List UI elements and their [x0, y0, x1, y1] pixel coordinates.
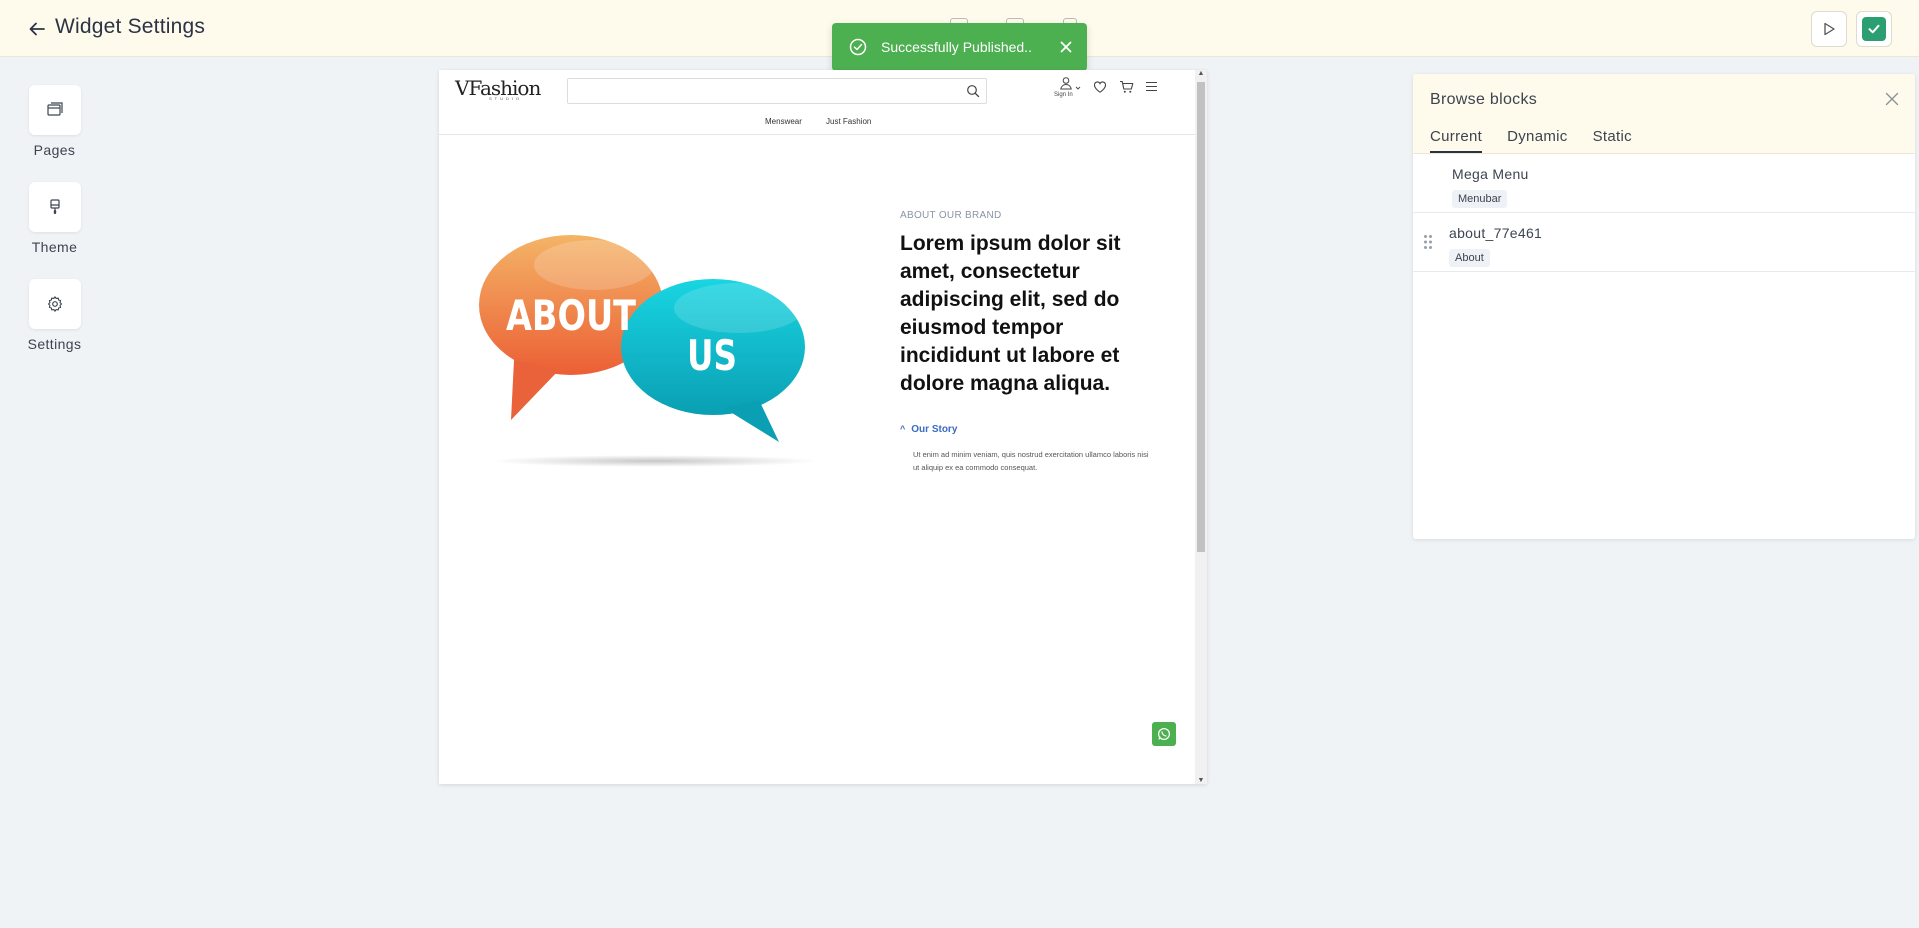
sidebar-item-label: Pages: [33, 142, 76, 158]
tab-dynamic[interactable]: Dynamic: [1507, 128, 1567, 153]
about-us-image: ABOUT US: [479, 235, 805, 442]
check-circle-icon: [849, 38, 867, 56]
preview-frame[interactable]: VFashion STUDIO Sign In Menswear Just Fa…: [439, 70, 1207, 784]
site-menu-item[interactable]: Just Fashion: [826, 117, 871, 126]
our-story-label: Our Story: [911, 424, 958, 435]
panel-header: Browse blocks Current Dynamic Static: [1413, 74, 1915, 154]
preview-scrollbar[interactable]: ▲ ▼: [1195, 70, 1207, 784]
toast-message: Successfully Published..: [881, 39, 1032, 55]
our-story-toggle[interactable]: ^ Our Story: [900, 424, 957, 435]
gear-icon: [47, 296, 62, 312]
sidebar-item-settings[interactable]: Settings: [22, 279, 87, 352]
us-word: US: [687, 331, 737, 380]
site-search-input[interactable]: [567, 78, 987, 104]
close-icon: [1060, 41, 1072, 53]
sidebar-item-theme-box: [28, 182, 81, 232]
block-tag: About: [1449, 249, 1490, 267]
chevron-down-icon[interactable]: [1075, 85, 1081, 91]
block-item-mega-menu[interactable]: Mega Menu Menubar: [1413, 154, 1915, 213]
heart-icon[interactable]: [1093, 80, 1107, 94]
sidebar-item-pages[interactable]: Pages: [22, 85, 87, 158]
site-header: VFashion STUDIO Sign In Menswear Just Fa…: [439, 70, 1195, 135]
check-icon: [1868, 24, 1880, 34]
site-menu-item[interactable]: Menswear: [765, 117, 802, 126]
success-toast: Successfully Published..: [832, 23, 1087, 71]
block-tag: Menubar: [1452, 190, 1508, 208]
sidebar-item-label: Theme: [31, 239, 78, 255]
panel-close-button[interactable]: [1883, 90, 1901, 108]
our-story-text: Ut enim ad minim veniam, quis nostrud ex…: [913, 450, 1149, 472]
toast-close-button[interactable]: [1057, 38, 1075, 56]
scrollbar-thumb[interactable]: [1197, 82, 1205, 552]
about-eyebrow: ABOUT OUR BRAND: [900, 210, 1002, 221]
back-button[interactable]: [24, 16, 50, 42]
about-word: ABOUT: [506, 291, 636, 340]
tab-static[interactable]: Static: [1593, 128, 1632, 153]
panel-title: Browse blocks: [1430, 91, 1538, 108]
close-icon: [1885, 92, 1899, 106]
whatsapp-button[interactable]: [1152, 722, 1176, 746]
image-shadow: [489, 455, 819, 467]
search-icon[interactable]: [966, 84, 980, 98]
sign-in-label[interactable]: Sign In: [1054, 92, 1073, 98]
play-icon: [1824, 22, 1835, 36]
sidebar-item-theme[interactable]: Theme: [22, 182, 87, 255]
arrow-left-icon: [29, 22, 45, 36]
block-name: Mega Menu: [1452, 166, 1529, 182]
about-heading: Lorem ipsum dolor sit amet, consectetur …: [900, 232, 1121, 395]
sidebar-item-settings-box: [28, 279, 81, 329]
whatsapp-icon: [1157, 727, 1171, 741]
scroll-down-arrow[interactable]: ▼: [1197, 777, 1205, 784]
sidebar-item-label: Settings: [27, 336, 82, 352]
block-name: about_77e461: [1449, 225, 1543, 241]
tab-current[interactable]: Current: [1430, 128, 1483, 153]
drag-handle-icon[interactable]: [1423, 234, 1433, 250]
scroll-up-arrow[interactable]: ▲: [1197, 70, 1205, 77]
panel-tabs: Current Dynamic Static: [1430, 128, 1657, 153]
publish-button[interactable]: [1856, 11, 1892, 47]
browse-blocks-panel: Browse blocks Current Dynamic Static Meg…: [1413, 74, 1915, 539]
sidebar-item-pages-box: [28, 85, 81, 135]
menu-icon[interactable]: [1145, 80, 1158, 93]
brush-icon: [49, 199, 60, 214]
pages-icon: [46, 102, 63, 116]
chevron-up-icon: ^: [900, 424, 906, 434]
block-item-about[interactable]: about_77e461 About: [1413, 213, 1915, 272]
cart-icon[interactable]: [1119, 80, 1134, 94]
site-logo[interactable]: VFashion STUDIO: [455, 76, 541, 101]
preview-button[interactable]: [1811, 11, 1847, 47]
page-title: Widget Settings: [55, 15, 206, 38]
user-icon[interactable]: [1059, 76, 1073, 90]
